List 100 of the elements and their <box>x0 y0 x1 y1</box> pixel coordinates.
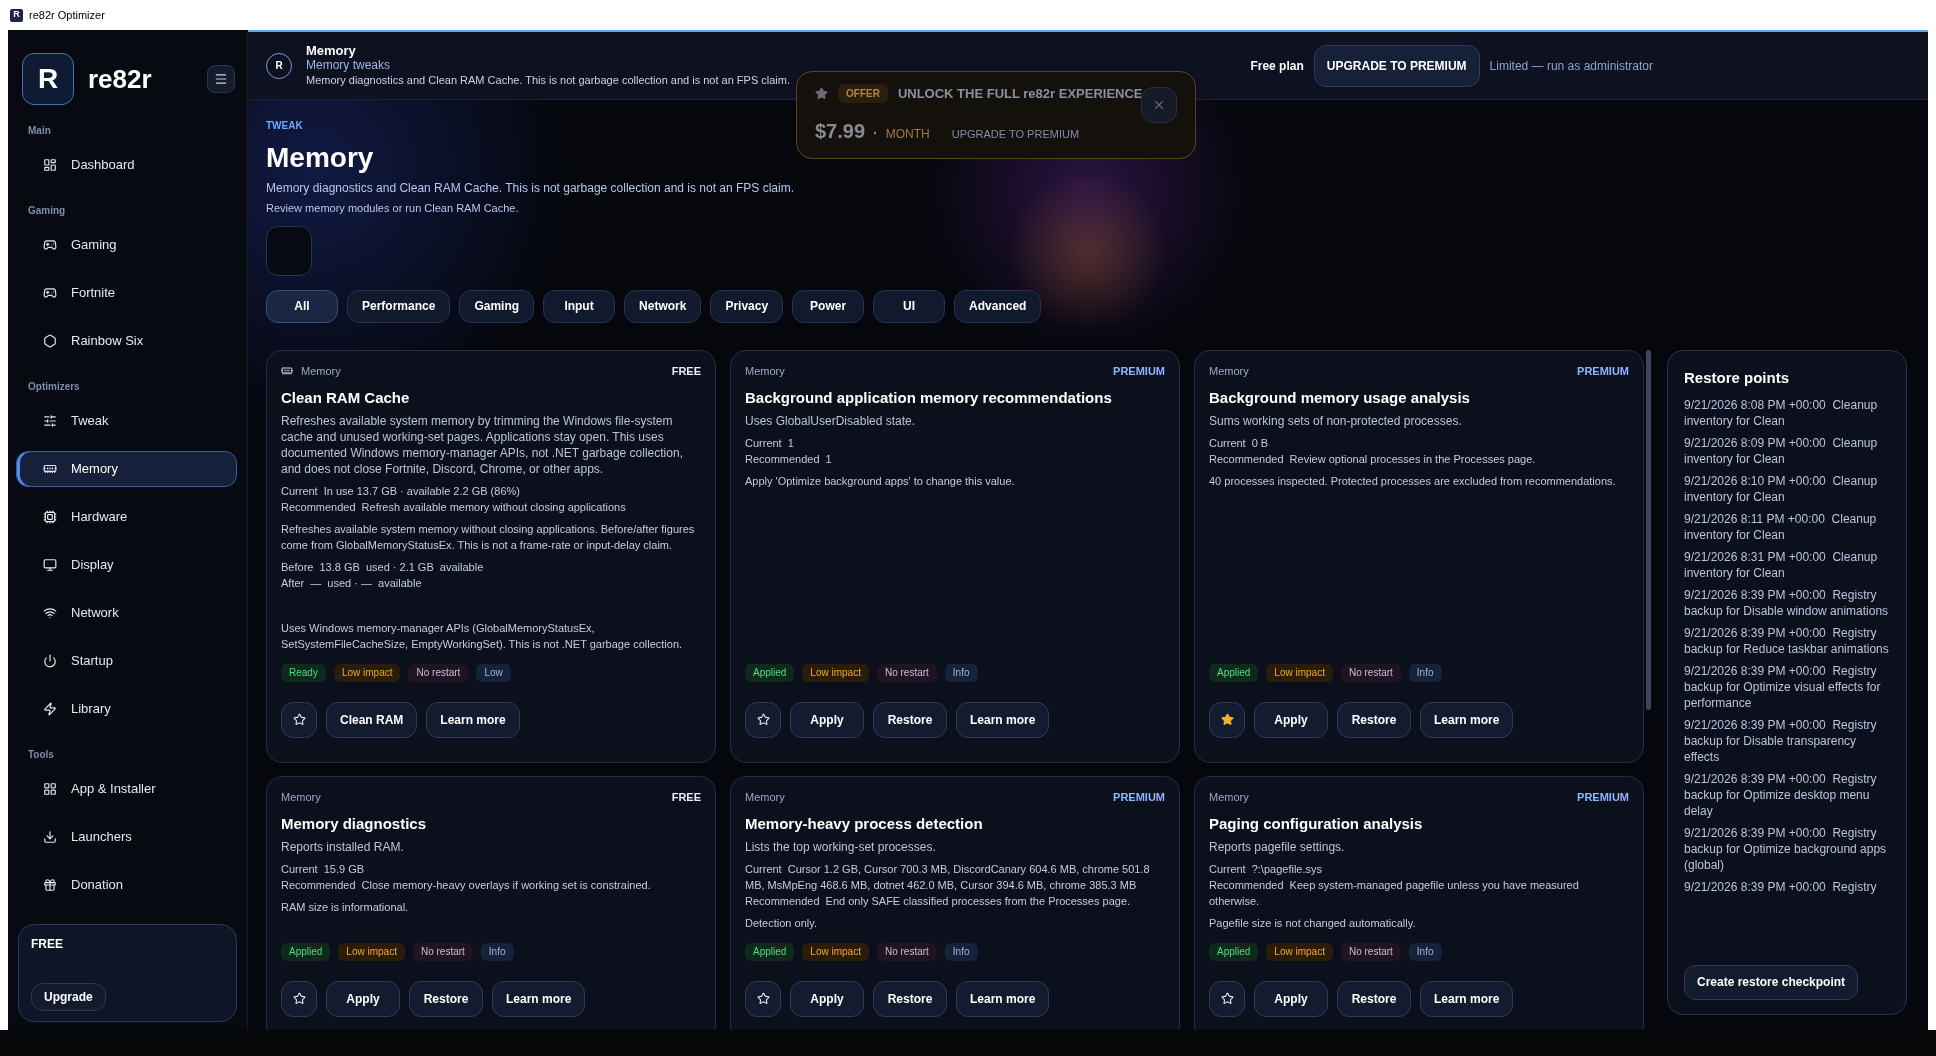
action-button[interactable]: Apply <box>790 701 864 738</box>
card-title: Background application memory recommendations <box>745 388 1113 408</box>
restore-point: 9/21/2026 8:11 PM +00:00 Cleanup inventory for Clean <box>1684 511 1878 543</box>
action-button[interactable]: Apply <box>790 980 864 1017</box>
menu-icon <box>214 72 228 86</box>
nav-item[interactable]: Fortnite <box>16 275 237 311</box>
nav-item[interactable]: Launchers <box>16 819 237 855</box>
nav-item[interactable]: Hardware <box>16 499 237 535</box>
scrollbar[interactable] <box>1646 349 1651 710</box>
filter-chip[interactable]: Advanced <box>954 289 1042 323</box>
nav-item[interactable]: Display <box>16 547 237 583</box>
category-label: Memory <box>1209 789 1249 805</box>
tier-label: PREMIUM <box>1113 789 1165 805</box>
filter-chip[interactable]: All <box>266 289 338 323</box>
impact-tag: Low impact <box>1266 663 1333 682</box>
filter-chip[interactable]: Network <box>624 289 702 323</box>
detail-line: Recommended End only SAFE classified processes from the Processes page. <box>745 893 1132 909</box>
action-button[interactable]: Learn more <box>492 980 586 1017</box>
gamepad-icon <box>43 286 57 300</box>
detail-line: Recommended Close memory-heavy overlays if working set is constrained. <box>281 877 652 893</box>
detail-line: Detection only. <box>745 915 818 931</box>
memory-chip-icon <box>43 462 57 476</box>
monitor-icon <box>43 558 57 572</box>
action-button[interactable]: Learn more <box>956 701 1050 738</box>
favorite-button[interactable] <box>1209 980 1245 1017</box>
filter-chip[interactable]: UI <box>873 289 946 323</box>
nav-item[interactable]: Rainbow Six <box>16 323 237 359</box>
detail-line: Current 0 B <box>1209 435 1270 451</box>
filter-chip[interactable]: Power <box>792 289 865 323</box>
action-button[interactable]: Learn more <box>956 980 1050 1017</box>
filter-chip[interactable]: Gaming <box>459 289 535 323</box>
card-title: Memory-heavy process detection <box>745 814 984 834</box>
favorite-button[interactable] <box>1209 701 1245 738</box>
upgrade-button[interactable]: Upgrade <box>31 983 106 1011</box>
category-label: Memory <box>1209 363 1249 379</box>
favorite-button[interactable] <box>745 701 781 738</box>
filter-chip[interactable]: Performance <box>347 289 451 323</box>
action-button[interactable]: Clean RAM <box>326 701 418 738</box>
action-button[interactable]: Restore <box>409 980 483 1017</box>
nav-item[interactable]: Dashboard <box>16 147 237 183</box>
action-button[interactable]: Apply <box>326 980 400 1017</box>
card-description: Sums working sets of non-protected processes. <box>1209 412 1463 429</box>
window-title: re82r Optimizer <box>29 7 105 23</box>
restart-tag: No restart <box>408 663 469 682</box>
page-title: Memory <box>306 43 357 58</box>
hexagon-icon <box>43 334 57 348</box>
nav-item[interactable]: Library <box>16 691 237 727</box>
price-separator: · <box>873 124 878 143</box>
nav-item[interactable]: Gaming <box>16 227 237 263</box>
card-description: Refreshes available system memory by trimming the Windows file-system cache and unused working-set pages. Applications stay open. This uses documented Windows memory-manager APIs, not .NET garbage collection, and does not close Fortnite, Discord, Chrome, or other apps. <box>281 412 684 477</box>
card-description: Lists the top working-set processes. <box>745 838 937 855</box>
power-icon <box>43 654 57 668</box>
card-title: Clean RAM Cache <box>281 388 411 408</box>
nav-item[interactable]: App & Installer <box>16 771 237 807</box>
offer-link[interactable]: UPGRADE TO PREMIUM <box>951 126 1080 143</box>
detail-line: Current Cursor 1.2 GB, Cursor 700.3 MB, DiscordCanary 604.6 MB, chrome 501.8 MB, MsMpEng 468.6 MB, dotnet 462.0 MB, Cursor 394.6 MB, chrome 385.3 MB <box>745 861 1151 893</box>
nav-item[interactable]: Memory <box>16 451 237 487</box>
card-description: Reports installed RAM. <box>281 838 405 855</box>
nav-item[interactable]: Network <box>16 595 237 631</box>
nav-item[interactable]: Tweak <box>16 403 237 439</box>
section-label: Main <box>28 123 51 138</box>
restore-point: 9/21/2026 8:39 PM +00:00 Registry backup for Optimize visual effects for performance <box>1684 663 1882 711</box>
restore-point: 9/21/2026 8:10 PM +00:00 Cleanup inventory for Clean <box>1684 473 1879 505</box>
action-button[interactable]: Learn more <box>1420 980 1514 1017</box>
hero-hint: Review memory modules or run Clean RAM Cache. <box>266 201 519 216</box>
price-period: MONTH <box>885 126 930 143</box>
filter-chip[interactable]: Input <box>543 289 616 323</box>
brand-name: re82r <box>88 62 152 96</box>
restore-point: 9/21/2026 8:39 PM +00:00 Registry backup for Disable transparency effects <box>1684 717 1878 765</box>
action-button[interactable]: Learn more <box>1420 701 1514 738</box>
favorite-button[interactable] <box>281 980 317 1017</box>
category-label: Memory <box>745 789 785 805</box>
category-label: Memory <box>745 363 785 379</box>
action-button[interactable]: Apply <box>1254 980 1328 1017</box>
plan-label: FREE <box>31 936 64 953</box>
action-button[interactable]: Apply <box>1254 701 1328 738</box>
card-description: Reports pagefile settings. <box>1209 838 1346 855</box>
nav-item[interactable]: Donation <box>16 867 237 903</box>
filter-chip[interactable]: Privacy <box>710 289 784 323</box>
restart-tag: No restart <box>1340 942 1401 961</box>
nav-item[interactable]: Startup <box>16 643 237 679</box>
action-button[interactable]: Learn more <box>426 701 520 738</box>
create-checkpoint-button[interactable]: Create restore checkpoint <box>1684 964 1859 1000</box>
action-button[interactable]: Restore <box>1337 980 1411 1017</box>
restore-point: 9/21/2026 8:31 PM +00:00 Cleanup inventory for Clean <box>1684 549 1879 581</box>
icon-tile <box>266 225 312 276</box>
detail-line: Recommended Keep system-managed pagefile unless you have measured otherwise. <box>1209 877 1580 909</box>
panel-title: Restore points <box>1684 367 1790 388</box>
favorite-button[interactable] <box>745 980 781 1017</box>
menu-button[interactable] <box>207 65 235 93</box>
action-button[interactable]: Restore <box>873 701 947 738</box>
close-icon <box>1152 98 1166 112</box>
lightning-icon <box>43 702 57 716</box>
action-button[interactable]: Restore <box>873 980 947 1017</box>
favorite-button[interactable] <box>281 701 317 738</box>
action-button[interactable]: Restore <box>1337 701 1411 738</box>
restart-tag: No restart <box>412 942 473 961</box>
upgrade-premium-button[interactable]: UPGRADE TO PREMIUM <box>1313 44 1480 87</box>
offer-tag: OFFER <box>838 84 888 104</box>
detail-line: Before 13.8 GB used · 2.1 GB available <box>281 559 485 575</box>
